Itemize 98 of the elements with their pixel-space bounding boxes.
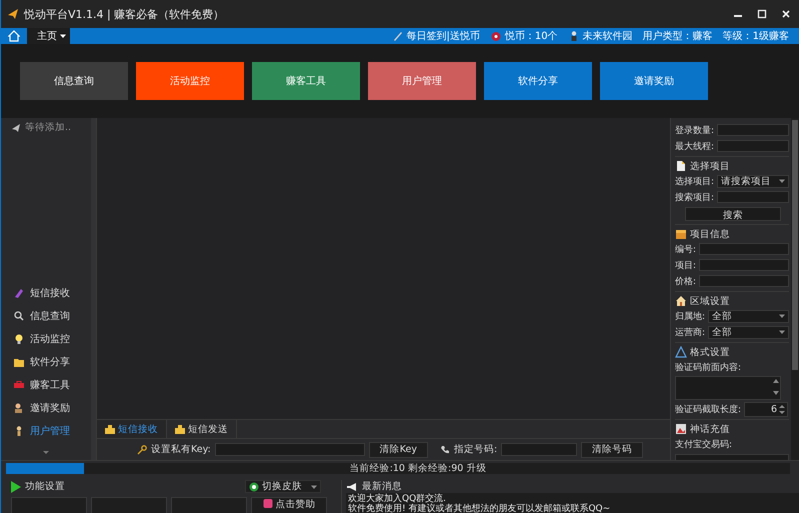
paper-plane-icon — [7, 8, 19, 20]
field-label: 登录数量: — [675, 124, 714, 136]
scroll-down-icon — [42, 448, 50, 456]
clear-phone-button[interactable]: 清除号码 — [581, 442, 644, 458]
input-field[interactable] — [699, 275, 789, 287]
inbox-icon — [175, 424, 185, 434]
sidebar-item[interactable]: 用户管理 — [1, 419, 91, 442]
play-icon — [11, 480, 21, 492]
house-icon — [8, 30, 20, 42]
number-spinner[interactable]: 6 — [744, 402, 788, 416]
section-title: 功能设置 — [25, 480, 65, 493]
inbox-icon — [105, 424, 115, 434]
dropdown[interactable]: 请搜索项目 — [717, 174, 789, 188]
section-title: 选择项目 — [690, 160, 730, 172]
field-label: 运营商: — [675, 326, 706, 338]
sidebar-item[interactable]: 软件分享 — [1, 350, 91, 373]
phone-icon — [440, 444, 450, 454]
spinner-arrows-icon — [779, 404, 786, 414]
field-label: 支付宝交易码: — [675, 438, 732, 450]
caret-icon — [60, 33, 66, 39]
sidebar-item[interactable]: 信息查询 — [1, 304, 91, 327]
text-area[interactable] — [675, 376, 781, 400]
warning-icon — [675, 346, 687, 358]
caret-icon — [779, 178, 785, 184]
house-icon — [675, 295, 687, 307]
tile-button[interactable]: 软件分享 — [484, 62, 592, 100]
box-icon — [675, 228, 687, 240]
sidebar-item[interactable]: 短信接收 — [1, 281, 91, 304]
key-label: 设置私有Key: — [151, 443, 211, 456]
input-field[interactable] — [717, 191, 789, 203]
skin-dropdown[interactable]: 切换皮肤 — [245, 480, 321, 493]
tile-button[interactable]: 邀请奖励 — [600, 62, 708, 100]
field-label: 归属地: — [675, 310, 706, 322]
lightbulb-icon — [13, 332, 25, 344]
caret-icon — [311, 484, 317, 490]
key-icon — [137, 444, 147, 454]
dropdown[interactable]: 全部 — [708, 326, 789, 338]
section-title: 项目信息 — [690, 228, 730, 240]
field-label: 编号: — [675, 244, 696, 256]
field-label: 搜索项目: — [675, 192, 714, 204]
phone-input[interactable] — [501, 443, 578, 456]
cut-off-button[interactable] — [11, 497, 87, 513]
window-title: 悦动平台V1.1.4 | 赚客必备（软件免费） — [24, 6, 226, 22]
pen-icon — [392, 30, 404, 42]
tile-button[interactable]: 赚客工具 — [252, 62, 360, 100]
input-field[interactable] — [699, 243, 789, 255]
coin-bag-icon — [490, 30, 502, 42]
status-text: 等级：1级赚客 — [722, 30, 789, 43]
task-status: 等待添加.. — [25, 121, 72, 134]
tile-button[interactable]: 信息查询 — [20, 62, 128, 100]
spinner-arrows-icon — [772, 377, 780, 397]
caret-icon — [779, 313, 785, 319]
search-icon — [13, 310, 25, 322]
phone-label: 指定号码: — [454, 443, 498, 456]
sms-icon — [13, 286, 25, 298]
scrollbar[interactable] — [791, 118, 799, 460]
field-label: 价格: — [675, 276, 696, 288]
input-field[interactable] — [717, 124, 789, 136]
tab[interactable]: 短信接收 — [97, 420, 167, 438]
field-label: 项目: — [675, 260, 696, 272]
spinner-value: 6 — [771, 404, 778, 414]
close-icon — [781, 9, 791, 19]
search-button[interactable]: 搜索 — [685, 206, 781, 220]
checkin-link[interactable]: 每日签到|送悦币 — [406, 29, 480, 43]
section-title: 最新消息 — [362, 480, 402, 493]
news-line: 软件免费使用! 有建议或者其他想法的朋友可以发邮箱或联系QQ~ — [348, 504, 612, 513]
document-icon — [675, 160, 687, 172]
paper-plane-icon — [11, 122, 21, 132]
menu-button[interactable]: 主页 — [27, 28, 70, 44]
section-title: 神话充值 — [690, 422, 730, 436]
field-label: 验证码前面内容: — [675, 362, 742, 374]
key-input[interactable] — [214, 443, 365, 456]
input-field[interactable] — [699, 259, 789, 271]
cut-off-button[interactable] — [91, 497, 167, 513]
field-label: 最大线程: — [675, 140, 714, 152]
donate-button[interactable]: 点击赞助 — [251, 497, 327, 513]
clear-key-button[interactable]: 清除Key — [368, 442, 428, 458]
status-text: 悦币：10个 — [504, 30, 558, 43]
experience-text: 当前经验:10 剩余经验:90 升级 — [350, 462, 486, 475]
refresh-icon — [249, 482, 259, 492]
section-title: 区域设置 — [690, 294, 730, 308]
dropdown[interactable]: 全部 — [708, 310, 789, 322]
tile-button[interactable]: 用户管理 — [368, 62, 476, 100]
field-label: 选择项目: — [675, 176, 714, 188]
picture-icon — [675, 423, 687, 435]
section-title: 格式设置 — [690, 346, 730, 358]
caret-icon — [779, 329, 785, 335]
cut-off-button[interactable] — [171, 497, 247, 513]
field-label: 验证码截取长度: — [675, 404, 742, 416]
status-text: 未来软件园 — [582, 30, 633, 43]
news-line: 欢迎大家加入QQ群交流. — [348, 494, 446, 504]
sidebar-item[interactable]: 活动监控 — [1, 327, 91, 350]
toolbox-icon — [13, 378, 25, 390]
sidebar-item[interactable]: 邀请奖励 — [1, 396, 91, 419]
input-field[interactable] — [717, 140, 789, 152]
maximize-icon — [757, 9, 767, 19]
sidebar-item[interactable]: 赚客工具 — [1, 373, 91, 396]
status-text: 用户类型：赚客 — [642, 30, 713, 43]
